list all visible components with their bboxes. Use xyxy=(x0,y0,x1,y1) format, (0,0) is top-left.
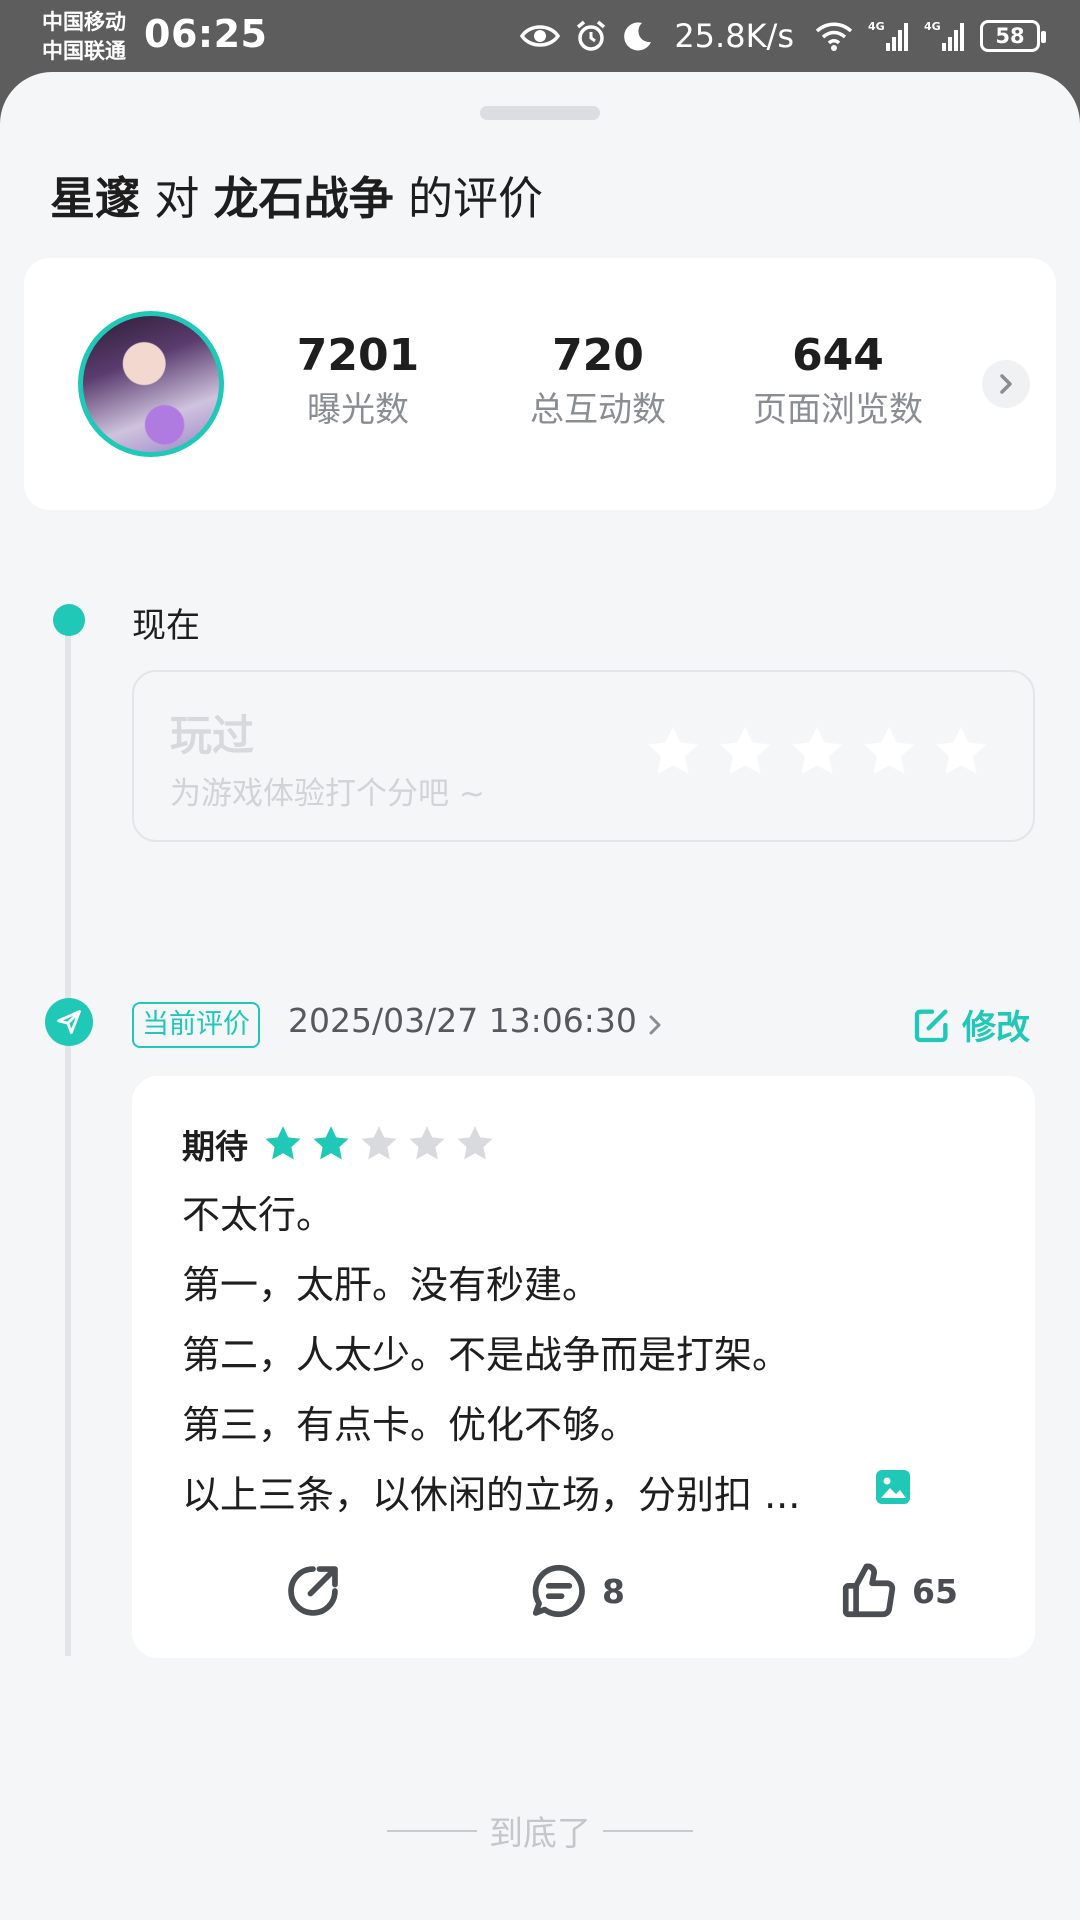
rating-stars xyxy=(262,1123,496,1165)
review-line: 第一，太肝。没有秒建。 xyxy=(182,1263,601,1307)
status-bar: 中国移动 中国联通 06:25 25.8K/s 4G 4G 58 xyxy=(0,0,1080,72)
review-card[interactable]: 期待 不太行。 第一，太肝。没有秒建。 第二，人太少。不是战争而是打架。 第三，… xyxy=(132,1076,1035,1658)
review-line: 第三，有点卡。优化不够。 xyxy=(182,1403,639,1447)
star-icon[interactable] xyxy=(786,722,848,782)
signal-4g-icon: 4G xyxy=(868,19,910,53)
star-icon[interactable] xyxy=(714,722,776,782)
like-button[interactable]: 65 xyxy=(838,1560,958,1622)
carrier-info: 中国移动 中国联通 xyxy=(42,8,126,66)
review-date[interactable]: 2025/03/27 13:06:30 xyxy=(288,1001,637,1040)
star-empty-icon xyxy=(361,1126,397,1160)
game-name[interactable]: 龙石战争 xyxy=(214,172,394,225)
net-speed: 25.8K/s xyxy=(674,17,794,55)
edit-icon xyxy=(914,1009,948,1042)
battery-level: 58 xyxy=(995,24,1025,48)
image-attachment-icon[interactable] xyxy=(876,1470,910,1504)
send-icon xyxy=(57,1010,81,1034)
current-review-badge: 当前评价 xyxy=(132,1002,260,1048)
star-empty-icon xyxy=(409,1126,445,1160)
eye-icon xyxy=(520,22,561,50)
review-text[interactable]: 不太行。 第一，太肝。没有秒建。 第二，人太少。不是战争而是打架。 第三，有点卡… xyxy=(182,1180,982,1530)
stat-label: 页面浏览数 xyxy=(753,390,923,430)
star-icon[interactable] xyxy=(642,722,704,782)
end-of-list: 到底了 xyxy=(0,1806,1080,1855)
rate-hint: 为游戏体验打个分吧 ~ xyxy=(170,776,485,812)
thumbs-up-icon xyxy=(842,1563,896,1618)
rate-game-box[interactable]: 玩过 为游戏体验打个分吧 ~ xyxy=(132,670,1035,842)
divider xyxy=(603,1829,693,1832)
stats-card[interactable]: 7201 曝光数 720 总互动数 644 页面浏览数 xyxy=(24,258,1056,510)
user-name[interactable]: 星邃 xyxy=(50,172,140,225)
clock: 06:25 xyxy=(144,12,268,56)
carrier-1: 中国移动 xyxy=(42,10,126,34)
rate-stars[interactable] xyxy=(642,722,992,782)
share-button[interactable] xyxy=(282,1560,344,1622)
comment-icon xyxy=(532,1564,585,1618)
moon-icon xyxy=(622,20,654,52)
rate-title: 玩过 xyxy=(170,711,255,760)
review-sheet: 星邃 对 龙石战争 的评价 7201 曝光数 720 总互动数 644 页面浏览… xyxy=(0,72,1080,1920)
carrier-2: 中国联通 xyxy=(42,39,126,63)
chevron-right-icon xyxy=(1000,374,1012,394)
stat-label: 总互动数 xyxy=(530,390,666,430)
edit-button[interactable]: 修改 xyxy=(912,1000,1030,1049)
star-empty-icon xyxy=(457,1126,493,1160)
avatar[interactable] xyxy=(78,311,224,457)
signal-4g-icon: 4G xyxy=(924,19,966,53)
like-count: 65 xyxy=(912,1571,958,1611)
timeline-now-label: 现在 xyxy=(132,606,200,646)
review-line: 以上三条，以休闲的立场，分别扣 ... xyxy=(182,1473,801,1517)
page-title: 星邃 对 龙石战争 的评价 xyxy=(50,162,543,227)
stat-page-views: 644 页面浏览数 xyxy=(738,328,938,434)
comment-count: 8 xyxy=(602,1571,625,1611)
svg-text:4G: 4G xyxy=(868,20,885,33)
wifi-icon xyxy=(814,20,854,52)
star-icon[interactable] xyxy=(858,722,920,782)
stat-value: 644 xyxy=(792,330,884,381)
divider xyxy=(387,1829,477,1832)
star-icon[interactable] xyxy=(930,722,992,782)
alarm-icon xyxy=(574,19,608,53)
stat-label: 曝光数 xyxy=(307,390,409,430)
stats-detail-button[interactable] xyxy=(982,360,1030,408)
rating-row: 期待 xyxy=(182,1120,496,1168)
drag-handle[interactable] xyxy=(480,106,600,120)
stat-value: 7201 xyxy=(296,330,420,381)
title-suffix: 的评价 xyxy=(407,172,543,225)
title-connector: 对 xyxy=(154,172,200,225)
end-text: 到底了 xyxy=(489,1814,591,1854)
edit-label: 修改 xyxy=(962,1008,1030,1048)
svg-text:4G: 4G xyxy=(924,20,941,33)
timeline-line xyxy=(65,620,71,1656)
review-line: 不太行。 xyxy=(182,1193,335,1237)
timeline-dot-now xyxy=(53,604,85,636)
rating-label: 期待 xyxy=(182,1127,248,1166)
stat-value: 720 xyxy=(552,330,644,381)
comment-button[interactable]: 8 xyxy=(528,1560,625,1622)
stat-interactions: 720 总互动数 xyxy=(498,328,698,434)
status-icons: 25.8K/s 4G 4G 58 xyxy=(520,14,1046,58)
star-filled-icon xyxy=(265,1126,301,1160)
battery-icon: 58 xyxy=(980,20,1046,52)
chevron-right-icon[interactable] xyxy=(648,1013,662,1037)
star-filled-icon xyxy=(313,1126,349,1160)
timeline-dot-current xyxy=(45,998,93,1046)
stat-exposure: 7201 曝光数 xyxy=(258,328,458,434)
share-icon xyxy=(288,1566,338,1616)
review-actions: 8 65 xyxy=(132,1552,1035,1624)
review-line: 第二，人太少。不是战争而是打架。 xyxy=(182,1333,791,1377)
